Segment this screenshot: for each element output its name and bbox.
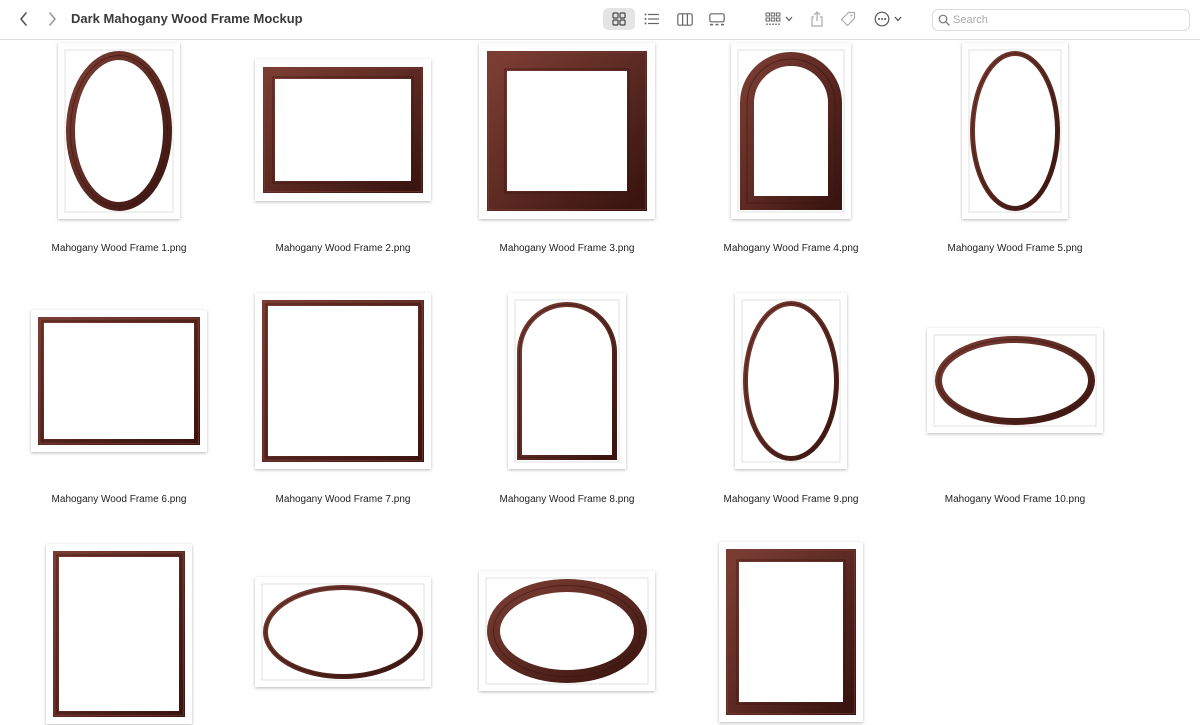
frame-preview: [64, 49, 174, 213]
file-name-label[interactable]: Mahogany Wood Frame 4.png: [701, 243, 881, 254]
file-name-label[interactable]: Mahogany Wood Frame 7.png: [253, 494, 433, 505]
file-thumbnail[interactable]: [255, 577, 431, 687]
frame-preview: [485, 577, 649, 685]
file-thumbnail[interactable]: [962, 43, 1068, 219]
chevron-down-icon: [785, 16, 793, 22]
list-view-button[interactable]: [640, 8, 664, 30]
file-thumbnail[interactable]: [731, 43, 851, 219]
forward-button[interactable]: [41, 8, 63, 30]
gallery-view-icon: [709, 12, 725, 25]
search-icon: [938, 14, 950, 26]
frame-preview: [261, 583, 425, 681]
back-button[interactable]: [13, 8, 35, 30]
frame-preview: [514, 299, 620, 463]
group-by-button[interactable]: [762, 8, 796, 30]
list-view-icon: [644, 13, 659, 25]
file-name-label[interactable]: Mahogany Wood Frame 2.png: [253, 243, 433, 254]
file-thumbnail[interactable]: [255, 293, 431, 469]
chevron-down-icon: [894, 16, 902, 22]
chevron-right-icon: [49, 12, 56, 26]
frame-preview: [737, 49, 845, 213]
frame-preview: [487, 51, 647, 211]
frame-preview: [38, 317, 200, 445]
more-icon: [874, 11, 890, 27]
file-thumbnail[interactable]: [255, 59, 431, 201]
file-name-label[interactable]: Mahogany Wood Frame 3.png: [477, 243, 657, 254]
frame-preview: [741, 299, 841, 463]
icon-view-button[interactable]: [603, 8, 635, 30]
grid-view-icon: [612, 12, 626, 26]
frame-preview: [726, 549, 856, 715]
file-thumbnail[interactable]: [58, 43, 180, 219]
file-thumbnail[interactable]: [927, 328, 1103, 433]
file-name-label[interactable]: Mahogany Wood Frame 9.png: [701, 494, 881, 505]
share-icon: [811, 11, 823, 27]
file-thumbnail[interactable]: [719, 542, 863, 722]
file-thumbnail[interactable]: [479, 43, 655, 219]
column-view-button[interactable]: [673, 8, 697, 30]
file-name-label[interactable]: Mahogany Wood Frame 6.png: [29, 494, 209, 505]
finder-toolbar: Dark Mahogany Wood Frame Mockup: [0, 0, 1200, 40]
tags-button[interactable]: [837, 8, 859, 30]
file-icon-grid: Mahogany Wood Frame 1.png Mahogany Wood …: [0, 41, 1200, 725]
frame-preview: [968, 49, 1062, 213]
file-name-label[interactable]: Mahogany Wood Frame 8.png: [477, 494, 657, 505]
search-field[interactable]: [932, 9, 1190, 31]
frame-preview: [53, 551, 185, 717]
file-thumbnail[interactable]: [46, 544, 192, 724]
file-thumbnail[interactable]: [735, 293, 847, 469]
file-name-label[interactable]: Mahogany Wood Frame 1.png: [29, 243, 209, 254]
frame-preview: [262, 300, 424, 462]
gallery-view-button[interactable]: [705, 8, 729, 30]
file-thumbnail[interactable]: [508, 293, 626, 469]
group-icon: [765, 12, 781, 25]
search-input[interactable]: [953, 12, 1183, 28]
frame-preview: [263, 67, 423, 193]
file-name-label[interactable]: Mahogany Wood Frame 5.png: [925, 243, 1105, 254]
file-thumbnail[interactable]: [31, 310, 207, 452]
file-thumbnail[interactable]: [479, 571, 655, 691]
file-name-label[interactable]: Mahogany Wood Frame 10.png: [925, 494, 1105, 505]
frame-preview: [933, 334, 1097, 427]
action-menu-button[interactable]: [872, 8, 904, 30]
tag-icon: [840, 11, 856, 27]
column-view-icon: [677, 12, 693, 26]
chevron-left-icon: [20, 12, 27, 26]
share-button[interactable]: [806, 8, 828, 30]
window-title: Dark Mahogany Wood Frame Mockup: [71, 11, 303, 26]
